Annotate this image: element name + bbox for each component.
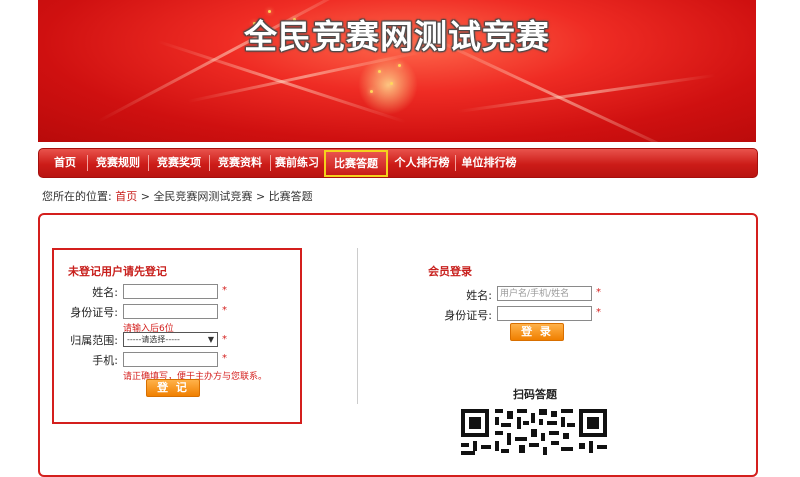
dropdown-arrow-icon: ▼ (207, 335, 214, 344)
nav-awards[interactable]: 竞赛奖项 (149, 149, 209, 177)
breadcrumb-prefix: 您所在的位置: (42, 190, 112, 203)
breadcrumb-current: 比赛答题 (268, 190, 313, 203)
register-scope-label: 归属范围: (70, 334, 118, 347)
breadcrumb: 您所在的位置: 首页 > 全民竞赛网测试竞赛 > 比赛答题 (42, 188, 313, 204)
register-heading: 未登记用户请先登记 (68, 265, 167, 278)
register-name-input[interactable] (123, 284, 218, 299)
nav-practice[interactable]: 赛前练习 (271, 149, 323, 177)
register-id-input[interactable] (123, 304, 218, 319)
breadcrumb-separator: > (140, 190, 150, 203)
qr-title: 扫码答题 (513, 388, 557, 401)
member-id-label: 身份证号: (444, 309, 492, 322)
register-name-label: 姓名: (92, 286, 118, 299)
member-login-heading: 会员登录 (428, 265, 472, 278)
member-name-label: 姓名: (466, 289, 492, 302)
banner-spark (398, 64, 401, 67)
register-submit-button[interactable]: 登 记 (146, 379, 200, 397)
nav-home[interactable]: 首页 (43, 149, 87, 177)
banner: 全民竞赛网测试竞赛 (38, 0, 756, 142)
register-phone-input[interactable] (123, 352, 218, 367)
nav-unit-rank[interactable]: 单位排行榜 (456, 149, 522, 177)
banner-ray (457, 73, 716, 113)
member-id-input[interactable] (497, 306, 592, 321)
required-mark: * (222, 334, 227, 345)
member-login-button[interactable]: 登 录 (510, 323, 564, 341)
nav-materials[interactable]: 竞赛资料 (210, 149, 270, 177)
breadcrumb-contest: 全民竞赛网测试竞赛 (153, 190, 253, 203)
banner-spark (390, 82, 393, 85)
required-mark: * (222, 353, 227, 364)
banner-title: 全民竞赛网测试竞赛 (244, 17, 550, 56)
qr-code (461, 409, 607, 456)
register-id-label: 身份证号: (70, 306, 118, 319)
nav-rules[interactable]: 竞赛规则 (88, 149, 148, 177)
panel-divider (357, 248, 358, 404)
required-mark: * (222, 285, 227, 296)
register-scope-value: -----请选择----- (127, 335, 180, 344)
banner-spark (370, 90, 373, 93)
member-name-input[interactable] (497, 286, 592, 301)
breadcrumb-separator: > (255, 190, 266, 203)
banner-flare (358, 55, 418, 115)
register-phone-label: 手机: (92, 354, 118, 367)
nav-answer[interactable]: 比赛答题 (324, 150, 388, 177)
register-scope-select[interactable]: -----请选择----- ▼ (123, 332, 218, 347)
required-mark: * (222, 305, 227, 316)
required-mark: * (596, 307, 601, 318)
nav-personal-rank[interactable]: 个人排行榜 (389, 149, 455, 177)
breadcrumb-home-link[interactable]: 首页 (115, 190, 137, 203)
main-nav: 首页 竞赛规则 竞赛奖项 竞赛资料 赛前练习 比赛答题 个人排行榜 单位排行榜 (38, 148, 758, 178)
banner-spark (378, 70, 381, 73)
required-mark: * (596, 287, 601, 298)
